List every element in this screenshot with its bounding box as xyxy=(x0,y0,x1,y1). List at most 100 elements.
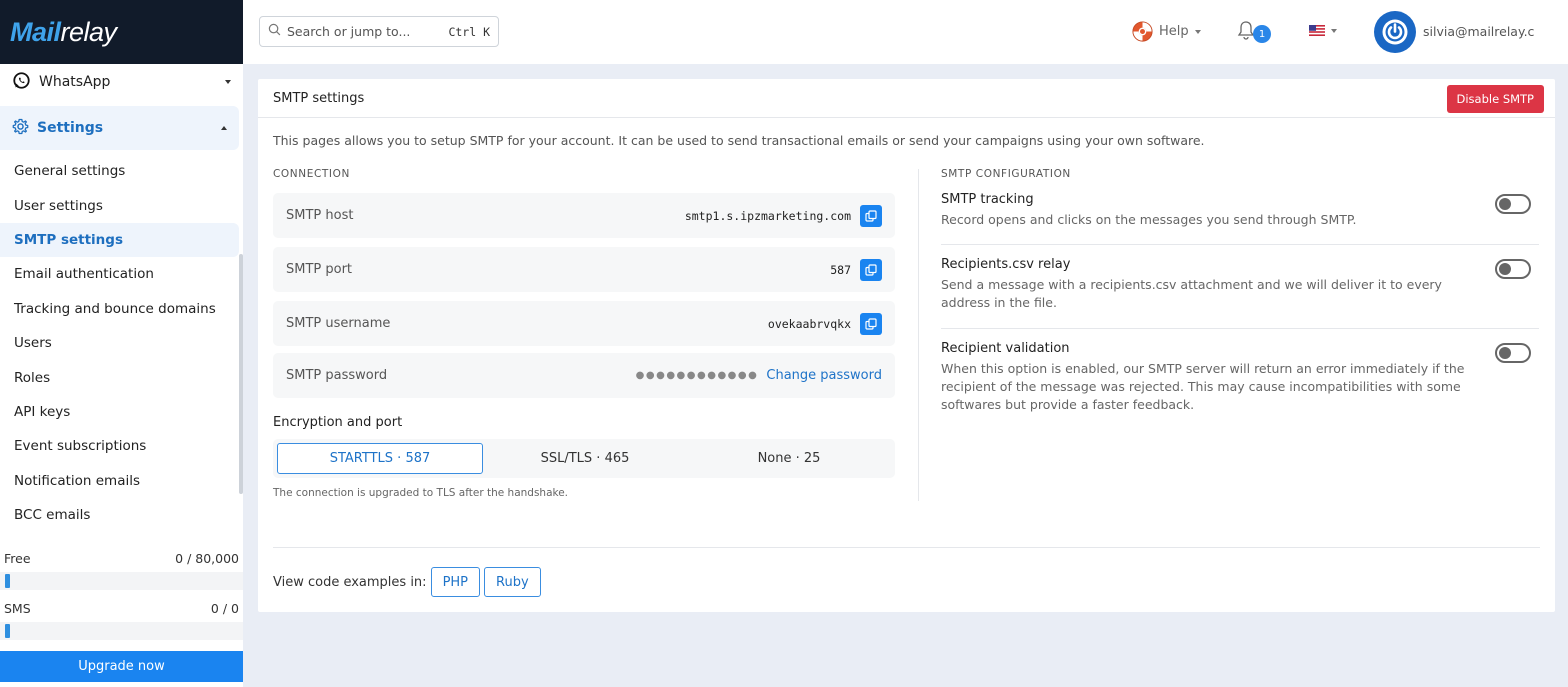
sidebar-item-event-subscriptions[interactable]: Event subscriptions xyxy=(0,429,239,463)
user-email[interactable]: silvia@mailrelay.com xyxy=(1423,24,1535,39)
encryption-option-starttls[interactable]: STARTTLS · 587 xyxy=(277,443,483,474)
chevron-down-icon xyxy=(1194,29,1201,34)
code-examples: View code examples in: PHP Ruby xyxy=(273,567,541,597)
language-menu[interactable] xyxy=(1309,25,1337,36)
config-divider xyxy=(941,244,1539,245)
encryption-title: Encryption and port xyxy=(273,415,403,430)
connection-section-label: CONNECTION xyxy=(273,168,350,180)
config-section-label: SMTP CONFIGURATION xyxy=(941,168,1071,180)
sidebar-scrollbar[interactable] xyxy=(239,254,243,494)
upgrade-button[interactable]: Upgrade now xyxy=(0,651,243,682)
config-title: Recipients.csv relay xyxy=(941,257,1071,272)
change-password-link[interactable]: Change password xyxy=(766,368,882,383)
sidebar-item-email-authentication[interactable]: Email authentication xyxy=(0,257,239,291)
brand-logo[interactable]: Mailrelay xyxy=(0,0,243,64)
sidebar-item-general-settings[interactable]: General settings xyxy=(0,154,239,188)
search-icon xyxy=(268,23,281,40)
smtp-password-masked: ●●●●●●●●●●●● xyxy=(635,370,759,381)
gear-icon xyxy=(12,118,29,139)
smtp-password-field: SMTP password ●●●●●●●●●●●● Change passwo… xyxy=(273,353,895,398)
php-example-button[interactable]: PHP xyxy=(430,567,481,597)
smtp-username-field: SMTP username ovekaabrvqkx xyxy=(273,301,895,346)
smtp-tracking-toggle[interactable] xyxy=(1495,194,1531,214)
logo-letter: M xyxy=(10,16,33,47)
logo-part-a: ail xyxy=(32,16,61,47)
avatar[interactable] xyxy=(1374,11,1416,53)
sidebar-item-user-settings[interactable]: User settings xyxy=(0,188,239,222)
config-recipient-validation: Recipient validation When this option is… xyxy=(941,341,1531,414)
encryption-note: The connection is upgraded to TLS after … xyxy=(273,487,569,499)
topbar: Search or jump to... Ctrl K Help 1 silvi… xyxy=(243,0,1568,64)
smtp-host-field: SMTP host smtp1.s.ipzmarketing.com xyxy=(273,193,895,238)
nav-settings[interactable]: Settings xyxy=(0,106,239,150)
sidebar-item-smtp-settings[interactable]: SMTP settings xyxy=(0,222,239,258)
smtp-port-value: 587 xyxy=(830,262,851,277)
chevron-down-icon xyxy=(1331,28,1337,33)
config-description: Record opens and clicks on the messages … xyxy=(941,212,1357,227)
quota-free: Free 0 / 80,000 xyxy=(0,551,243,590)
chevron-down-icon xyxy=(225,80,231,84)
logo-part-b: relay xyxy=(60,16,118,47)
copy-username-button[interactable] xyxy=(860,312,882,335)
us-flag-icon xyxy=(1309,25,1325,36)
ruby-example-button[interactable]: Ruby xyxy=(484,567,541,597)
copy-icon xyxy=(865,209,877,222)
quota-free-fill xyxy=(5,574,10,588)
sidebar-item-roles[interactable]: Roles xyxy=(0,360,239,394)
quota-sms-label: SMS xyxy=(4,601,31,616)
nav-whatsapp[interactable]: WhatsApp xyxy=(0,64,243,100)
config-title: Recipient validation xyxy=(941,341,1070,356)
quota-free-label: Free xyxy=(4,551,31,566)
quota-sms: SMS 0 / 0 xyxy=(0,601,243,640)
search-placeholder: Search or jump to... xyxy=(287,24,411,39)
encryption-option-ssl[interactable]: SSL/TLS · 465 xyxy=(483,443,687,474)
quota-sms-value: 0 / 0 xyxy=(210,601,239,616)
quota-free-bar xyxy=(0,572,243,590)
smtp-settings-card: SMTP settings Disable SMTP This pages al… xyxy=(258,79,1555,612)
code-examples-label: View code examples in: xyxy=(273,574,427,590)
smtp-username-label: SMTP username xyxy=(286,316,391,331)
quota-free-value: 0 / 80,000 xyxy=(175,551,239,566)
sidebar-item-api-keys[interactable]: API keys xyxy=(0,395,239,429)
settings-submenu: General settings User settings SMTP sett… xyxy=(0,154,243,532)
smtp-host-value: smtp1.s.ipzmarketing.com xyxy=(684,208,851,223)
search-shortcut: Ctrl K xyxy=(448,24,490,39)
notifications-button[interactable]: 1 xyxy=(1237,20,1271,44)
copy-icon xyxy=(865,263,877,276)
config-title: SMTP tracking xyxy=(941,192,1034,207)
config-description: Send a message with a recipients.csv att… xyxy=(941,277,1442,310)
quota-sms-fill xyxy=(5,624,10,638)
sidebar: Mailrelay WhatsApp Settings General sett… xyxy=(0,0,243,687)
copy-port-button[interactable] xyxy=(860,258,882,281)
sidebar-item-users[interactable]: Users xyxy=(0,326,239,360)
copy-host-button[interactable] xyxy=(860,204,882,227)
page-title: SMTP settings xyxy=(273,90,365,106)
encryption-option-none[interactable]: None · 25 xyxy=(687,443,891,474)
section-divider xyxy=(273,547,1540,548)
column-divider xyxy=(918,169,919,501)
help-menu[interactable]: Help xyxy=(1131,20,1201,43)
config-description: When this option is enabled, our SMTP se… xyxy=(941,361,1465,412)
page-description: This pages allows you to setup SMTP for … xyxy=(273,133,1205,148)
search-input[interactable]: Search or jump to... Ctrl K xyxy=(259,16,499,47)
recipients-csv-toggle[interactable] xyxy=(1495,259,1531,279)
lifebuoy-icon xyxy=(1131,20,1154,43)
help-label: Help xyxy=(1159,24,1189,39)
nav-settings-label: Settings xyxy=(37,120,104,136)
card-header: SMTP settings Disable SMTP xyxy=(258,79,1555,118)
notification-badge: 1 xyxy=(1253,25,1271,43)
smtp-port-label: SMTP port xyxy=(286,262,353,277)
chevron-up-icon xyxy=(221,126,227,130)
sidebar-item-bcc-emails[interactable]: BCC emails xyxy=(0,498,239,532)
power-icon xyxy=(1381,18,1409,46)
copy-icon xyxy=(865,317,877,330)
encryption-selector: STARTTLS · 587 SSL/TLS · 465 None · 25 xyxy=(273,439,895,478)
smtp-password-label: SMTP password xyxy=(286,368,388,383)
quota-sms-bar xyxy=(0,622,243,640)
sidebar-item-tracking-bounce-domains[interactable]: Tracking and bounce domains xyxy=(0,292,239,326)
nav-whatsapp-label: WhatsApp xyxy=(39,74,111,90)
smtp-port-field: SMTP port 587 xyxy=(273,247,895,292)
recipient-validation-toggle[interactable] xyxy=(1495,343,1531,363)
sidebar-item-notification-emails[interactable]: Notification emails xyxy=(0,464,239,498)
disable-smtp-button[interactable]: Disable SMTP xyxy=(1446,85,1544,113)
